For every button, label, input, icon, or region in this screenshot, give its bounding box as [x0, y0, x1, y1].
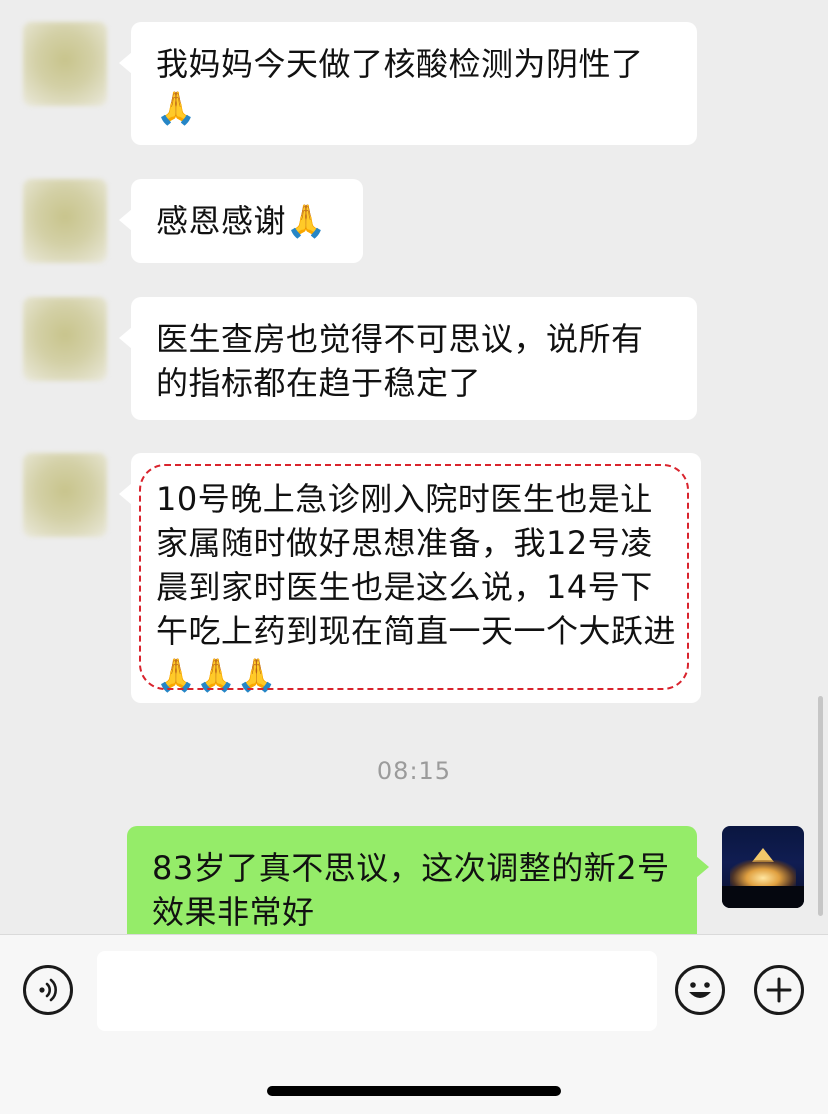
message-text: 医生查房也觉得不可思议，说所有的指标都在趋于稳定了 — [156, 320, 644, 402]
message-text: 83岁了真不思议，这次调整的新2号效果非常好 — [152, 849, 670, 931]
contact-avatar[interactable] — [23, 453, 107, 537]
message-bubble[interactable]: 医生查房也觉得不可思议，说所有的指标都在趋于稳定了 — [119, 297, 697, 420]
message-timestamp: 08:15 — [376, 757, 452, 785]
message-bubble[interactable]: 感恩感谢🙏 — [119, 179, 363, 263]
my-avatar[interactable] — [722, 826, 804, 908]
contact-avatar[interactable] — [23, 297, 107, 381]
contact-avatar[interactable] — [23, 22, 107, 106]
message-bubble[interactable]: 我妈妈今天做了核酸检测为阴性了🙏 — [119, 22, 697, 145]
avatar-ground-shape — [722, 886, 804, 908]
plus-icon[interactable] — [754, 965, 804, 1015]
home-indicator[interactable] — [267, 1086, 561, 1096]
voice-icon[interactable] — [23, 965, 73, 1015]
chat-history[interactable]: 我妈妈今天做了核酸检测为阴性了🙏 感恩感谢🙏 医生查房也觉得不可思议，说所有的指… — [0, 0, 828, 934]
message-bubble[interactable]: 10号晚上急诊刚入院时医生也是让家属随时做好思想准备，我12号凌晨到家时医生也是… — [119, 453, 701, 703]
message-text: 感恩感谢🙏 — [156, 202, 327, 240]
message-text: 10号晚上急诊刚入院时医生也是让家属随时做好思想准备，我12号凌晨到家时医生也是… — [156, 480, 677, 694]
chat-scrollbar[interactable] — [818, 696, 823, 916]
message-input[interactable] — [97, 951, 657, 1031]
emoji-icon[interactable] — [675, 965, 725, 1015]
contact-avatar[interactable] — [23, 179, 107, 263]
my-message-bubble[interactable]: 83岁了真不思议，这次调整的新2号效果非常好 — [127, 826, 709, 934]
message-text: 我妈妈今天做了核酸检测为阴性了🙏 — [156, 45, 644, 127]
